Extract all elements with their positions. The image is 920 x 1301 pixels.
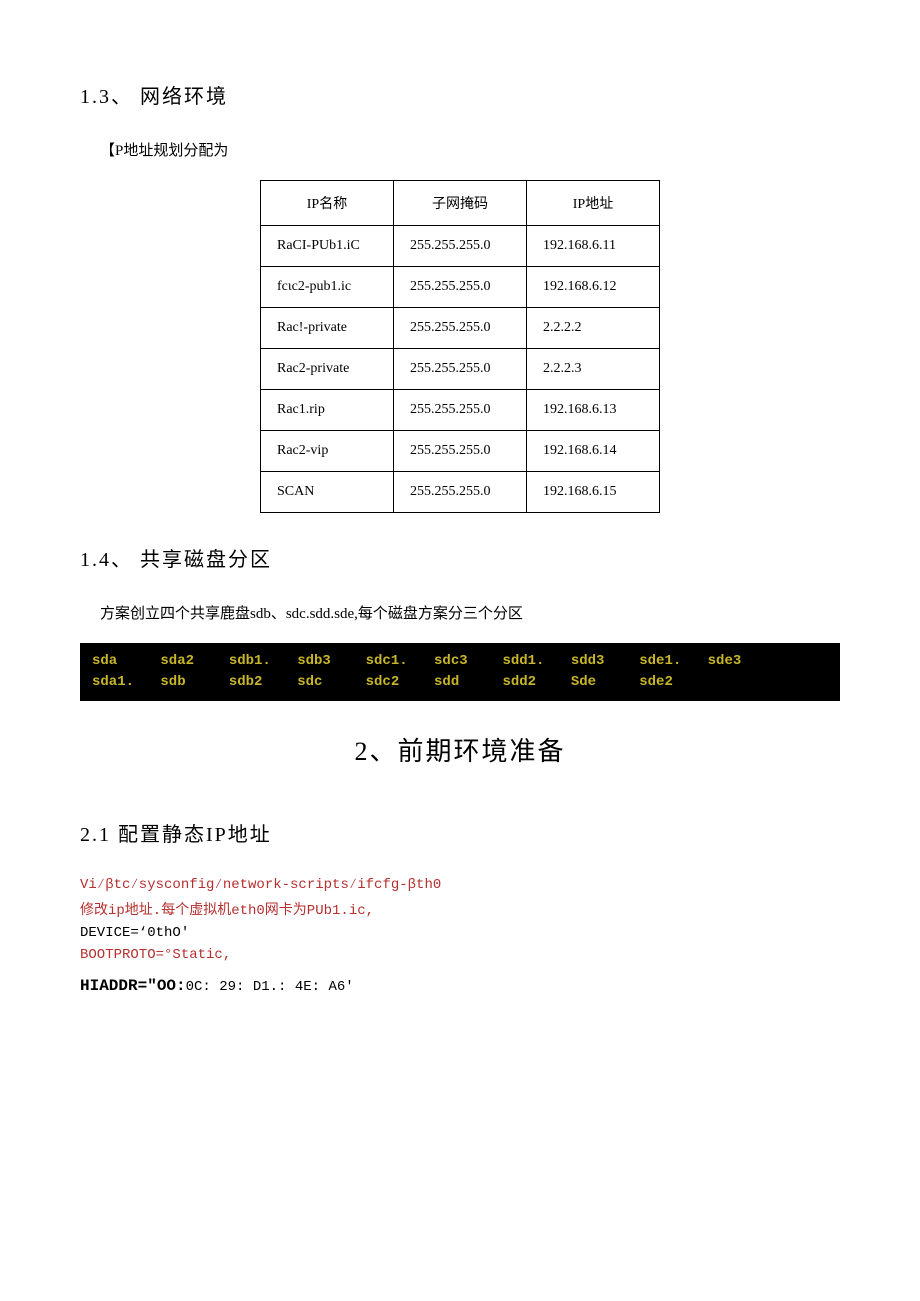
disk-item: sdc1. xyxy=(366,651,426,672)
disk-item: sdb2 xyxy=(229,672,289,693)
table-row: Rac!-private255.255.255.02.2.2.2 xyxy=(261,308,660,349)
section-2-heading: 2、前期环境准备 xyxy=(80,731,840,768)
th-ip-name: IP名称 xyxy=(261,181,394,226)
disk-item: sde1. xyxy=(639,651,699,672)
section-1-3-heading: 1.3、 网络环境 xyxy=(80,80,840,109)
table-row: fcιc2-pub1.ic255.255.255.0192.168.6.12 xyxy=(261,267,660,308)
disk-item: sdb1. xyxy=(229,651,289,672)
device-line: DEVICE=‘0thO' xyxy=(80,925,840,941)
th-ip-addr: IP地址 xyxy=(527,181,660,226)
disk-item: sdd xyxy=(434,672,494,693)
hwaddr-value: 0C: 29: D1.: 4E: A6' xyxy=(186,979,354,995)
th-subnet: 子网掩码 xyxy=(394,181,527,226)
section-1-4-intro: 方案创立四个共享鹿盘sdb、sdc.sdd.sde,每个磁盘方案分三个分区 xyxy=(100,602,840,623)
table-row: Rac1.rip255.255.255.0192.168.6.13 xyxy=(261,390,660,431)
table-row: RaCI-PUb1.iC255.255.255.0192.168.6.11 xyxy=(261,226,660,267)
table-row: Rac2-vip255.255.255.0192.168.6.14 xyxy=(261,431,660,472)
disk-item: sdc xyxy=(297,672,357,693)
bootproto-line: BOOTPROTO=°Static, xyxy=(80,947,840,963)
hwaddr-prefix: HIADDR="OO: xyxy=(80,977,186,995)
table-row: SCAN255.255.255.0192.168.6.15 xyxy=(261,472,660,513)
disk-item: sdd2 xyxy=(502,672,562,693)
disk-item: sda xyxy=(92,651,152,672)
disk-item: Sde xyxy=(571,672,631,693)
disk-item: sdc3 xyxy=(434,651,494,672)
disk-item: sda2 xyxy=(160,651,220,672)
disk-item: sdd3 xyxy=(571,651,631,672)
table-row: Rac2-private255.255.255.02.2.2.3 xyxy=(261,349,660,390)
section-1-3-intro: 【P地址规划分配为 xyxy=(100,139,840,160)
disk-item: sdb3 xyxy=(297,651,357,672)
disk-item: sde3 xyxy=(708,651,768,672)
vi-command-line: Vi∕βtc∕sysconfig∕network-scripts∕ifcfg-β… xyxy=(80,877,840,893)
disk-item: sde2 xyxy=(639,672,699,693)
hwaddr-line: HIADDR="OO:0C: 29: D1.: 4E: A6' xyxy=(80,977,840,995)
disk-item: sdd1. xyxy=(502,651,562,672)
section-1-4-heading: 1.4、 共享磁盘分区 xyxy=(80,543,840,572)
ip-plan-table: IP名称 子网掩码 IP地址 RaCI-PUb1.iC255.255.255.0… xyxy=(260,180,660,513)
disk-partition-block: sda sda2 sdb1. sdb3 sdc1. sdc3 sdd1. sdd… xyxy=(80,643,840,701)
section-2-1-heading: 2.1 配置静态IP地址 xyxy=(80,818,840,847)
disk-item: sdb xyxy=(160,672,220,693)
disk-item: sda1. xyxy=(92,672,152,693)
modify-ip-line: 修改ip地址.每个虚拟机eth0网卡为PUb1.ic, xyxy=(80,899,840,919)
disk-item: sdc2 xyxy=(366,672,426,693)
